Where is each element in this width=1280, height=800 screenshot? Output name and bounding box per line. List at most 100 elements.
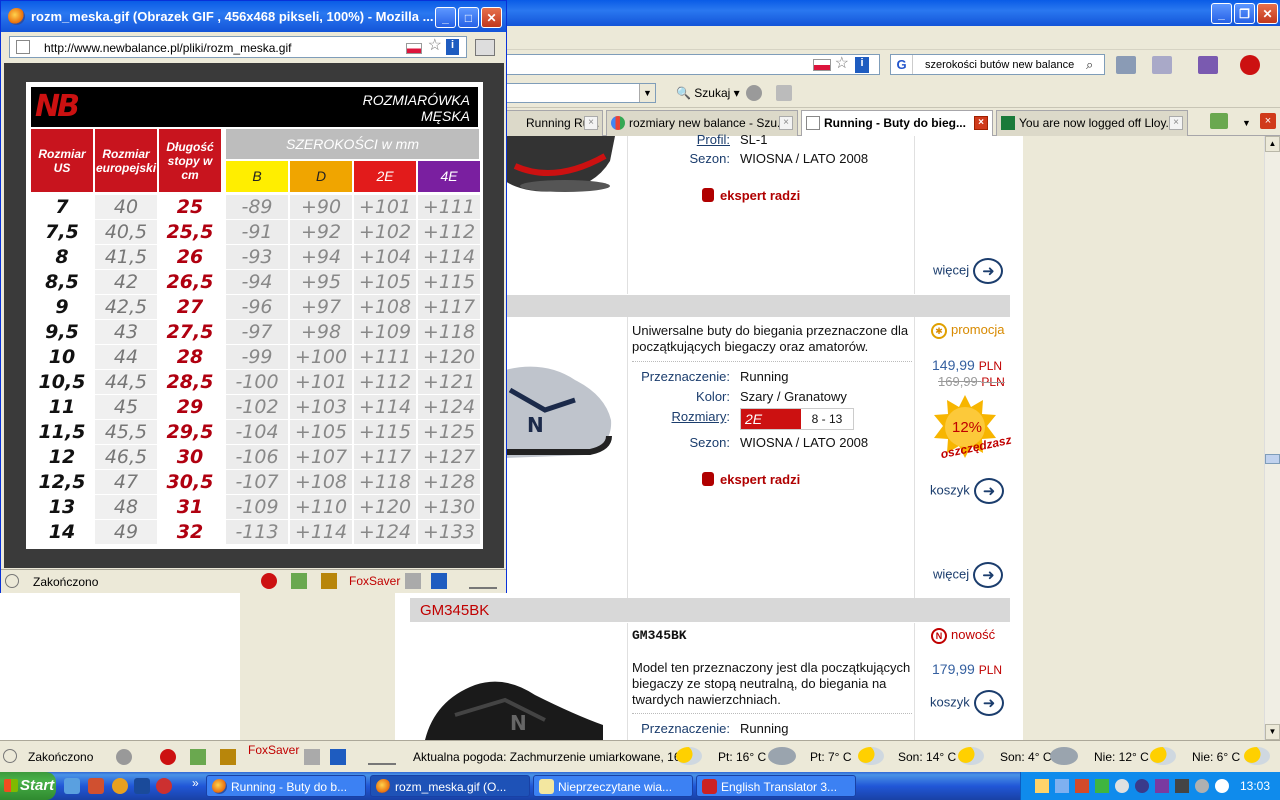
google-icon[interactable]: G	[891, 55, 913, 74]
close-button[interactable]: ✕	[481, 7, 502, 28]
foxsaver-label[interactable]: FoxSaver	[248, 743, 299, 757]
toolbar-dropdown[interactable]: ▼	[500, 83, 656, 103]
adblock-icon[interactable]	[160, 749, 176, 765]
restore-button[interactable]: ❐	[1234, 3, 1255, 24]
quicklaunch-icon[interactable]	[156, 778, 172, 794]
tab-running-ru[interactable]: Running Ru... ×	[503, 110, 603, 136]
clock[interactable]: 13:03	[1240, 779, 1270, 793]
forecast-item[interactable]: Pt: 7° C	[810, 750, 851, 764]
search-input[interactable]: szerokości butów new balance	[913, 59, 1086, 71]
scroll-up-arrow[interactable]: ▲	[1265, 136, 1280, 152]
check-icon[interactable]	[190, 749, 206, 765]
mail-icon	[539, 779, 554, 794]
calculator-icon[interactable]	[405, 573, 421, 589]
check-icon[interactable]	[291, 573, 307, 589]
popup-url[interactable]: http://www.newbalance.pl/pliki/rozm_mesk…	[44, 41, 291, 55]
close-tab-icon[interactable]: ×	[1260, 113, 1276, 129]
minimize-button[interactable]: _	[435, 7, 456, 28]
adblock-icon[interactable]	[1240, 55, 1260, 75]
gear-icon[interactable]	[746, 85, 762, 101]
tray-icon[interactable]	[1115, 779, 1129, 793]
close-tab-icon[interactable]: ×	[1169, 116, 1183, 130]
search-icon[interactable]: ⌕	[1086, 57, 1104, 73]
translate-icon[interactable]	[431, 573, 447, 589]
toolbar-icon[interactable]	[776, 85, 792, 101]
tray-icon[interactable]	[1075, 779, 1089, 793]
forecast-item[interactable]: Nie: 6° C	[1192, 750, 1240, 764]
signal-icon[interactable]	[1095, 779, 1109, 793]
cell-width-e4: +127	[418, 445, 480, 469]
tray-icon[interactable]	[1155, 779, 1169, 793]
close-tab-icon[interactable]: ×	[584, 116, 598, 130]
quicklaunch-more-icon[interactable]: »	[192, 776, 199, 790]
grid-icon[interactable]	[1198, 56, 1218, 74]
close-button[interactable]: ✕	[1257, 3, 1278, 24]
profil-label[interactable]: Profil:	[630, 132, 730, 147]
taskbar-item-translator[interactable]: English Translator 3...	[696, 775, 856, 797]
new-tab-icon[interactable]	[1210, 113, 1228, 129]
tab-running-buty[interactable]: Running - Buty do bieg... ×	[801, 110, 993, 137]
rozmiary-link[interactable]: Rozmiary	[671, 409, 726, 424]
shoe-image-grey[interactable]: N	[505, 340, 615, 465]
ekspert-radzi-link[interactable]: ekspert radzi	[702, 188, 800, 203]
vertical-scrollbar[interactable]: ▲ ▼	[1264, 136, 1280, 740]
forecast-item[interactable]: Son: 4° C	[1000, 750, 1052, 764]
url-bar[interactable]: ☆ i	[500, 54, 880, 75]
bookmark-star-icon[interactable]: ☆	[835, 56, 849, 72]
extension-icon[interactable]	[469, 573, 497, 589]
adblock-icon[interactable]	[261, 573, 277, 589]
taskbar-item-rozm-meska[interactable]: rozm_meska.gif (O...	[370, 775, 530, 797]
extension-icon[interactable]	[368, 749, 396, 765]
scroll-down-arrow[interactable]: ▼	[1265, 724, 1280, 740]
tab-list-icon[interactable]: ▼	[1242, 118, 1252, 128]
tray-icon[interactable]	[1035, 779, 1049, 793]
quicklaunch-icon[interactable]	[112, 778, 128, 794]
minimize-button[interactable]: _	[1211, 3, 1232, 24]
tray-icon[interactable]	[1055, 779, 1069, 793]
forecast-item[interactable]: Son: 14° C	[898, 750, 956, 764]
taskbar-item-nieprzeczytane[interactable]: Nieprzeczytane wia...	[533, 775, 693, 797]
taskbar-item-running[interactable]: Running - Buty do b...	[206, 775, 366, 797]
extension-icon[interactable]	[321, 573, 337, 589]
maximize-button[interactable]: □	[458, 7, 479, 28]
close-tab-icon[interactable]: ×	[779, 116, 793, 130]
wiecej-button[interactable]: więcej	[933, 258, 1004, 284]
extension-icon[interactable]	[220, 749, 236, 765]
speaker-icon[interactable]	[1195, 779, 1209, 793]
close-tab-icon[interactable]: ×	[974, 116, 988, 130]
info-icon[interactable]: i	[855, 57, 869, 73]
cell-width-e4: +120	[418, 345, 480, 369]
info-icon[interactable]: i	[446, 39, 459, 55]
extension-icon[interactable]	[116, 749, 132, 765]
shoe-image-red[interactable]	[505, 136, 615, 196]
wiecej-button[interactable]: więcej	[933, 562, 1004, 588]
szukaj-button[interactable]: 🔍 Szukaj ▾	[676, 86, 740, 100]
shoe-image-black[interactable]: N	[415, 670, 605, 740]
product-code[interactable]: GM345BK	[420, 602, 489, 619]
tray-icon[interactable]	[1135, 779, 1149, 793]
tab-logged-off[interactable]: You are now logged off Lloy... ×	[996, 110, 1188, 136]
tray-icon[interactable]	[1215, 779, 1229, 793]
quicklaunch-icon[interactable]	[88, 778, 104, 794]
start-button[interactable]: Start	[0, 772, 56, 800]
toolbar-icon[interactable]	[1152, 56, 1172, 74]
weather-current[interactable]: Aktualna pogoda: Zachmurzenie umiarkowan…	[413, 750, 697, 764]
forecast-item[interactable]: Pt: 16° C	[718, 750, 766, 764]
koszyk-button[interactable]: koszyk	[930, 690, 1004, 716]
scroll-thumb[interactable]	[1265, 454, 1280, 464]
foxsaver-label[interactable]: FoxSaver	[349, 574, 400, 588]
koszyk-button[interactable]: koszyk	[930, 478, 1004, 504]
popup-url-bar[interactable]: http://www.newbalance.pl/pliki/rozm_mesk…	[9, 36, 467, 58]
calculator-icon[interactable]	[304, 749, 320, 765]
toolbar-icon[interactable]	[1116, 56, 1136, 74]
quicklaunch-icon[interactable]	[134, 778, 150, 794]
search-box[interactable]: G szerokości butów new balance ⌕	[890, 54, 1105, 75]
width-col-header: B	[226, 161, 288, 192]
translate-icon[interactable]	[330, 749, 346, 765]
sidebar-toggle-icon[interactable]	[475, 39, 495, 56]
quicklaunch-icon[interactable]	[64, 778, 80, 794]
forecast-item[interactable]: Nie: 12° C	[1094, 750, 1149, 764]
monitor-icon[interactable]	[1175, 779, 1189, 793]
bookmark-star-icon[interactable]: ☆	[428, 38, 442, 54]
ekspert-radzi-link[interactable]: ekspert radzi	[702, 472, 800, 487]
